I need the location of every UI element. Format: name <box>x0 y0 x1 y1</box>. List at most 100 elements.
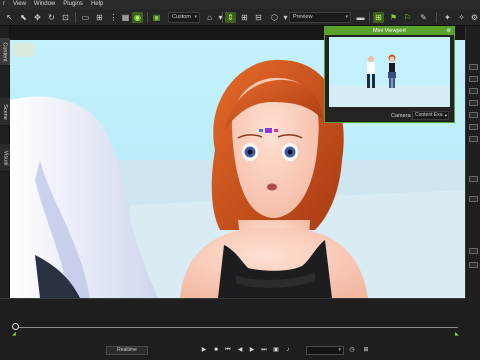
mini-female-top <box>389 63 395 72</box>
chevron-down-icon: ▾ <box>338 347 341 353</box>
snap-icon[interactable]: ⋮ <box>108 12 119 23</box>
previous-frame-icon[interactable]: ⏮ <box>224 346 232 355</box>
gizmo-marker-icon[interactable] <box>265 128 272 133</box>
music-icon[interactable]: ♪ <box>284 346 292 355</box>
panel-tool-icon[interactable] <box>469 88 478 94</box>
panel-tool-icon[interactable] <box>469 76 478 82</box>
menu-item-view[interactable]: View <box>13 0 26 9</box>
chevron-down-icon: ▾ <box>345 14 348 20</box>
toolbar-divider <box>436 12 437 23</box>
mini-male-leg <box>367 74 370 88</box>
panel-tool-icon[interactable] <box>469 196 478 202</box>
toolbar-divider <box>147 12 148 23</box>
monitor-icon[interactable]: ▬ <box>355 12 366 23</box>
panel-tool-icon[interactable] <box>469 248 478 254</box>
settings-icon[interactable]: ⚙ <box>469 12 480 23</box>
move-icon[interactable]: ✥ <box>32 12 43 23</box>
stop-icon[interactable]: ■ <box>212 346 220 355</box>
chevron-down-icon: ▾ <box>194 14 197 20</box>
rotate-icon[interactable]: ↻ <box>46 12 57 23</box>
mini-male-leg <box>372 74 375 88</box>
tab-scene[interactable]: Scene <box>0 98 10 126</box>
panel-tool-icon[interactable] <box>469 262 478 268</box>
pen-icon[interactable]: ✎ <box>418 12 429 23</box>
fit-view-icon[interactable]: ⊞ <box>239 12 250 23</box>
toolbar-divider <box>222 12 223 23</box>
camera-icon[interactable]: ▣ <box>151 12 162 23</box>
mini-female-head <box>389 56 395 62</box>
toolbar-divider <box>75 12 76 23</box>
mini-viewport-footer: Camera Content Exa ▾ <box>325 109 454 122</box>
panel-tool-icon[interactable] <box>469 136 478 142</box>
toolbar-divider <box>369 12 370 23</box>
timeline-end-marker-icon[interactable]: ◣ <box>455 331 459 337</box>
timeline-playhead[interactable] <box>12 323 19 330</box>
mini-floor <box>329 85 450 107</box>
select-arrow-icon[interactable]: ⬉ <box>18 12 29 23</box>
align-icon[interactable]: ⇕ <box>225 12 236 23</box>
main-toolbar: ↖ ⬉ ✥ ↻ ⊡ ▭ ⊞ ⋮ ▦ ◉ ▣ Custom ▾ ⌂ ▾ ⇕ ⊞ ⊟… <box>0 9 480 26</box>
tab-content-label: Content <box>2 41 9 62</box>
camera-mode-dropdown[interactable]: Custom ▾ <box>168 12 200 23</box>
mini-scene <box>329 37 450 107</box>
loop-icon[interactable]: ▣ <box>272 346 280 355</box>
menu-item-help[interactable]: Help <box>91 0 103 9</box>
mini-male-head <box>368 56 374 62</box>
timeline-start-marker-icon[interactable]: ◢ <box>12 331 16 337</box>
flag-icon[interactable]: ⚑ <box>388 12 399 23</box>
play-icon[interactable]: ▶ <box>200 346 208 355</box>
timeline-side-panel <box>465 298 480 360</box>
zoom-icon[interactable]: ✧ <box>456 12 467 23</box>
right-pupil <box>287 149 293 155</box>
eye-icon[interactable]: ◉ <box>132 12 143 23</box>
view-preset-value: Preview <box>293 14 313 20</box>
frame-number-field[interactable]: ▾ <box>306 346 344 355</box>
panel-tool-icon[interactable] <box>469 100 478 106</box>
frame-icon[interactable]: ⊟ <box>253 12 264 23</box>
mini-camera-dropdown[interactable]: Content Exa ▾ <box>412 111 449 120</box>
step-back-icon[interactable]: ◀ <box>236 346 244 355</box>
next-frame-icon[interactable]: ⏭ <box>260 346 268 355</box>
panel-tool-icon[interactable] <box>469 124 478 130</box>
mini-viewport-view[interactable] <box>329 37 450 107</box>
gizmo-handle-right-icon[interactable] <box>274 129 278 132</box>
mini-female-jeans <box>388 72 396 78</box>
mini-viewport-icon[interactable]: ⊞ <box>373 12 384 23</box>
gizmo-handle-left-icon[interactable] <box>259 129 263 132</box>
close-icon[interactable]: ⊗ <box>446 27 451 35</box>
tab-visual-label: Visual <box>2 150 9 165</box>
menu-item-plugins[interactable]: Plugins <box>63 0 83 9</box>
panel-tool-icon[interactable] <box>469 112 478 118</box>
pointer-icon[interactable]: ↖ <box>4 12 15 23</box>
home-icon[interactable]: ⌂ <box>204 12 215 23</box>
timeline-track[interactable] <box>15 327 458 328</box>
tab-visual[interactable]: Visual <box>0 144 10 172</box>
clock-icon[interactable]: ◷ <box>348 346 356 355</box>
mini-viewport-titlebar[interactable]: Mini Viewport ⊗ <box>325 27 454 35</box>
mini-female-leg <box>389 78 392 88</box>
menu-bar: r View Window Plugins Help <box>0 0 480 9</box>
realtime-label: Realtime <box>117 347 137 353</box>
undo-icon[interactable]: ▭ <box>80 12 91 23</box>
panel-tool-icon[interactable] <box>469 176 478 182</box>
gizmo-icon[interactable]: ✦ <box>442 12 453 23</box>
layout-icon[interactable]: ⊞ <box>94 12 105 23</box>
tab-content[interactable]: Content <box>0 38 10 66</box>
scale-icon[interactable]: ⊡ <box>60 12 71 23</box>
render-mode-icon[interactable]: ⬡ <box>269 12 280 23</box>
menu-item-window[interactable]: Window <box>34 0 55 9</box>
step-forward-icon[interactable]: ▶ <box>248 346 256 355</box>
mini-female-leg <box>392 78 395 88</box>
realtime-button[interactable]: Realtime <box>106 346 148 355</box>
record-icon[interactable]: ⊞ <box>362 346 370 355</box>
timeline-panel: ◢ ◣ Realtime ▶ ■ ⏮ ◀ ▶ ⏭ ▣ ♪ ▾ ◷ ⊞ <box>0 298 465 360</box>
mini-camera-value: Content Exa <box>415 112 443 118</box>
mouth <box>267 183 277 191</box>
panel-tool-icon[interactable] <box>469 64 478 70</box>
mini-male-shirt <box>367 62 375 74</box>
grid-icon[interactable]: ▦ <box>120 12 131 23</box>
path-icon[interactable]: ⚐ <box>402 12 413 23</box>
view-preset-dropdown[interactable]: Preview ▾ <box>289 12 351 23</box>
menu-item-file[interactable]: r <box>3 0 5 9</box>
camera-label: Camera <box>391 113 411 119</box>
